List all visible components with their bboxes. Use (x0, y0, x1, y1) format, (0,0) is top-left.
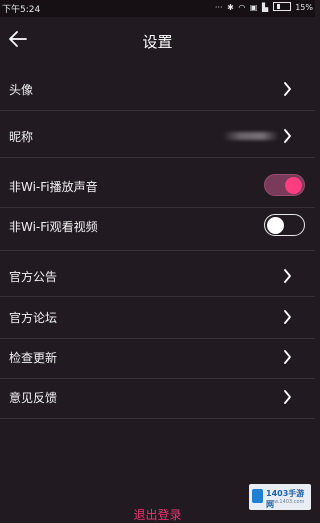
status-time: 下午5:24 (2, 5, 41, 15)
page-title: 设置 (142, 33, 173, 51)
feedback-label: 意见反馈 (9, 391, 58, 405)
signal-icon: ▙ (261, 3, 269, 12)
toggle-knob (285, 177, 302, 194)
forum-label: 官方论坛 (9, 311, 58, 325)
chevron-right-icon (284, 350, 291, 364)
sim-icon: ▣ (249, 3, 258, 12)
settings-row-announcement[interactable]: 官方公告 (0, 255, 315, 297)
status-icons: ··· ✱ ◠ ▣ ▙ 15% (213, 2, 313, 12)
wifi-video-label: 非Wi-Fi观看视频 (9, 220, 98, 234)
nickname-value-blurred (223, 132, 279, 140)
watermark-subtext: www.1403.com (266, 499, 305, 505)
update-label: 检查更新 (9, 351, 58, 365)
watermark-logo-icon (252, 489, 263, 503)
battery-percent: 15% (295, 3, 313, 12)
settings-row-wifi-video: 非Wi-Fi观看视频 (0, 205, 315, 247)
divider (0, 250, 315, 251)
wifi-sound-toggle[interactable] (264, 174, 305, 196)
settings-row-nickname[interactable]: 昵称 (0, 115, 315, 157)
chevron-right-icon (284, 390, 291, 404)
more-icon: ··· (214, 3, 223, 12)
announcement-label: 官方公告 (9, 270, 58, 284)
wifi-sound-label: 非Wi-Fi播放声音 (9, 180, 98, 194)
divider (0, 110, 315, 111)
settings-row-update[interactable]: 检查更新 (0, 336, 315, 378)
divider (0, 157, 315, 158)
top-bar: 设置 (0, 17, 315, 63)
toggle-knob (267, 216, 284, 234)
battery-icon (272, 2, 291, 11)
chevron-right-icon (284, 129, 291, 143)
settings-row-wifi-sound: 非Wi-Fi播放声音 (0, 165, 315, 207)
avatar-label: 头像 (9, 83, 34, 97)
nickname-label: 昵称 (9, 130, 34, 144)
wifi-icon: ◠ (238, 3, 246, 12)
status-bar: 下午5:24 ··· ✱ ◠ ▣ ▙ 15% (0, 0, 315, 17)
divider (0, 418, 315, 419)
settings-row-avatar[interactable]: 头像 (0, 68, 315, 110)
chevron-right-icon (284, 82, 291, 96)
chevron-right-icon (284, 310, 291, 324)
wifi-video-toggle[interactable] (264, 214, 305, 236)
chevron-right-icon (284, 269, 291, 283)
settings-row-feedback[interactable]: 意见反馈 (0, 376, 315, 418)
site-watermark: 1403手游网 www.1403.com (249, 484, 311, 510)
bluetooth-icon: ✱ (227, 3, 234, 12)
settings-row-forum[interactable]: 官方论坛 (0, 296, 315, 338)
